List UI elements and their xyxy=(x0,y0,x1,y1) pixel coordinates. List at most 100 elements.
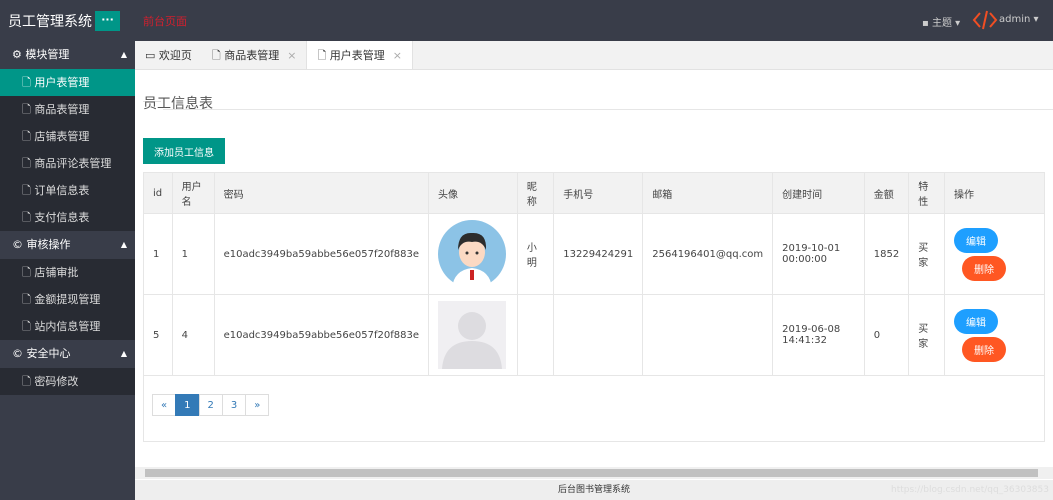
column-header: 操作 xyxy=(944,172,1045,214)
column-header: 邮箱 xyxy=(642,172,774,214)
pagination: « 1 2 3 » xyxy=(152,394,270,416)
sidebar-item[interactable]: 🗋 支付信息表 xyxy=(0,204,135,231)
close-icon[interactable]: × xyxy=(393,49,402,62)
cell-id: 5 xyxy=(143,294,173,376)
table-row: 5 4 e10adc3949ba59abbe56e057f20f883e 2019-0… xyxy=(143,294,1045,376)
divider xyxy=(163,109,1053,110)
sidebar-item-label: 商品评论表管理 xyxy=(34,157,112,170)
sidebar-group-label: 审核操作 xyxy=(26,238,71,251)
tab-welcome[interactable]: ▭ 欢迎页 xyxy=(135,41,202,69)
column-header: 特性 xyxy=(908,172,945,214)
sidebar-item-label: 站内信息管理 xyxy=(34,320,101,333)
page-title: 员工信息表 xyxy=(143,96,213,112)
table-container: id 用户名 密码 头像 昵称 手机号 邮箱 创建时间 金额 特性 操作 1 1 e10adc3949b… xyxy=(143,172,1045,442)
file-icon: 🗋 xyxy=(22,375,35,388)
default-avatar xyxy=(438,301,507,369)
cell-nickname xyxy=(516,294,555,376)
table-row: 1 1 e10adc3949ba59abbe56e057f20f883e 小明 1322… xyxy=(143,213,1045,295)
cell-trait: 买家 xyxy=(908,294,945,376)
sidebar-item-label: 密码修改 xyxy=(34,375,79,388)
file-icon: 🗋 xyxy=(211,49,225,62)
sidebar-item-label: 店铺表管理 xyxy=(34,130,90,143)
column-header: 创建时间 xyxy=(772,172,865,214)
sidebar-item[interactable]: 🗋 订单信息表 xyxy=(0,177,135,204)
file-icon: 🗋 xyxy=(22,293,35,306)
sidebar-group[interactable]: © 审核操作 ▲ xyxy=(0,231,135,259)
gear-icon: ⚙ xyxy=(12,48,26,61)
top-bar: 员工管理系统 ··· 前台页面 ▪ 主题 ▾ admin ▾ xyxy=(0,0,1053,41)
file-icon: 🗋 xyxy=(22,157,35,170)
sidebar-group[interactable]: ⚙ 模块管理 ▲ xyxy=(0,41,135,69)
tab-users[interactable]: 🗋 用户表管理 × xyxy=(306,41,414,69)
tab-label: 欢迎页 xyxy=(158,49,192,62)
file-icon: 🗋 xyxy=(22,76,35,89)
column-header: 密码 xyxy=(213,172,430,214)
cell-created: 2019-10-01 00:00:00 xyxy=(772,213,865,295)
circle-icon: © xyxy=(12,347,27,360)
watermark: https://blog.csdn.net/qq_36303853 xyxy=(890,485,1049,495)
cell-amount: 0 xyxy=(863,294,910,376)
tab-bar: ▭ 欢迎页 🗋 商品表管理 × 🗋 用户表管理 × xyxy=(135,41,1053,70)
horizontal-scrollbar[interactable] xyxy=(135,467,1053,479)
user-menu[interactable]: admin ▾ xyxy=(999,14,1039,25)
page-2-button[interactable]: 2 xyxy=(198,394,223,416)
tab-label: 商品表管理 xyxy=(224,49,280,62)
file-icon: 🗋 xyxy=(22,184,35,197)
sidebar-item-label: 支付信息表 xyxy=(34,211,90,224)
cell-username: 4 xyxy=(171,294,215,376)
doctor-avatar xyxy=(438,220,507,288)
actions-cell: 编辑 删除 xyxy=(944,294,1045,376)
sidebar-item[interactable]: 🗋 用户表管理 xyxy=(0,69,135,96)
sidebar: ⚙ 模块管理 ▲ 🗋 用户表管理 🗋 商品表管理 🗋 店铺表管理 🗋 商品评论表管理 🗋 订… xyxy=(0,41,135,500)
avatar-cell xyxy=(428,213,518,295)
cell-password: e10adc3949ba59abbe56e057f20f883e xyxy=(213,213,430,295)
sidebar-item[interactable]: 🗋 密码修改 xyxy=(0,368,135,395)
tab-goods[interactable]: 🗋 商品表管理 × xyxy=(202,41,307,69)
employee-table: id 用户名 密码 头像 昵称 手机号 邮箱 创建时间 金额 特性 操作 1 1 e10adc3949b… xyxy=(143,172,1045,376)
theme-label: 主题 ▾ xyxy=(931,18,961,29)
column-header: id xyxy=(143,172,173,214)
sidebar-item[interactable]: 🗋 站内信息管理 xyxy=(0,313,135,340)
actions-cell: 编辑 删除 xyxy=(944,213,1045,295)
app-title: 员工管理系统 xyxy=(8,14,92,30)
sidebar-item[interactable]: 🗋 店铺审批 xyxy=(0,259,135,286)
file-icon: 🗋 xyxy=(22,130,35,143)
delete-button[interactable]: 删除 xyxy=(962,336,1006,362)
sidebar-group[interactable]: © 安全中心 ▲ xyxy=(0,340,135,368)
cell-password: e10adc3949ba59abbe56e057f20f883e xyxy=(213,294,430,376)
cell-nickname: 小明 xyxy=(516,213,555,295)
delete-button[interactable]: 删除 xyxy=(962,255,1006,281)
cell-trait: 买家 xyxy=(908,213,945,295)
window-icon: ▭ xyxy=(145,49,159,62)
page-3-button[interactable]: 3 xyxy=(221,394,247,416)
main-area: ▭ 欢迎页 🗋 商品表管理 × 🗋 用户表管理 × 员工信息表 添加员工信息 id 用… xyxy=(135,41,1053,480)
sidebar-item[interactable]: 🗋 商品评论表管理 xyxy=(0,150,135,177)
close-icon[interactable]: × xyxy=(287,49,296,62)
prev-page-button[interactable]: « xyxy=(152,394,177,416)
front-page-link[interactable]: 前台页面 xyxy=(143,13,187,29)
cell-phone xyxy=(553,294,644,376)
theme-menu[interactable]: ▪ 主题 ▾ xyxy=(922,14,960,29)
sidebar-item[interactable]: 🗋 店铺表管理 xyxy=(0,123,135,150)
theme-icon: ▪ xyxy=(922,18,932,29)
page-1-button[interactable]: 1 xyxy=(175,394,200,416)
scrollbar-thumb[interactable] xyxy=(145,469,1038,477)
next-page-button[interactable]: » xyxy=(245,394,270,416)
sidebar-item[interactable]: 🗋 金额提现管理 xyxy=(0,286,135,313)
file-icon: 🗋 xyxy=(22,103,35,116)
caret-up-icon: ▲ xyxy=(120,50,127,59)
sidebar-item-label: 订单信息表 xyxy=(34,184,90,197)
column-header: 金额 xyxy=(863,172,910,214)
edit-button[interactable]: 编辑 xyxy=(954,227,998,253)
sidebar-group-label: 安全中心 xyxy=(26,347,71,360)
sidebar-item[interactable]: 🗋 商品表管理 xyxy=(0,96,135,123)
add-employee-button[interactable]: 添加员工信息 xyxy=(143,138,225,164)
column-header: 昵称 xyxy=(516,172,555,214)
sidebar-group-label: 模块管理 xyxy=(25,48,70,61)
caret-up-icon: ▲ xyxy=(120,349,127,358)
file-icon: 🗋 xyxy=(22,211,35,224)
menu-toggle-button[interactable]: ··· xyxy=(95,11,120,31)
sidebar-item-label: 用户表管理 xyxy=(34,76,90,89)
file-icon: 🗋 xyxy=(22,320,35,333)
edit-button[interactable]: 编辑 xyxy=(954,308,998,334)
